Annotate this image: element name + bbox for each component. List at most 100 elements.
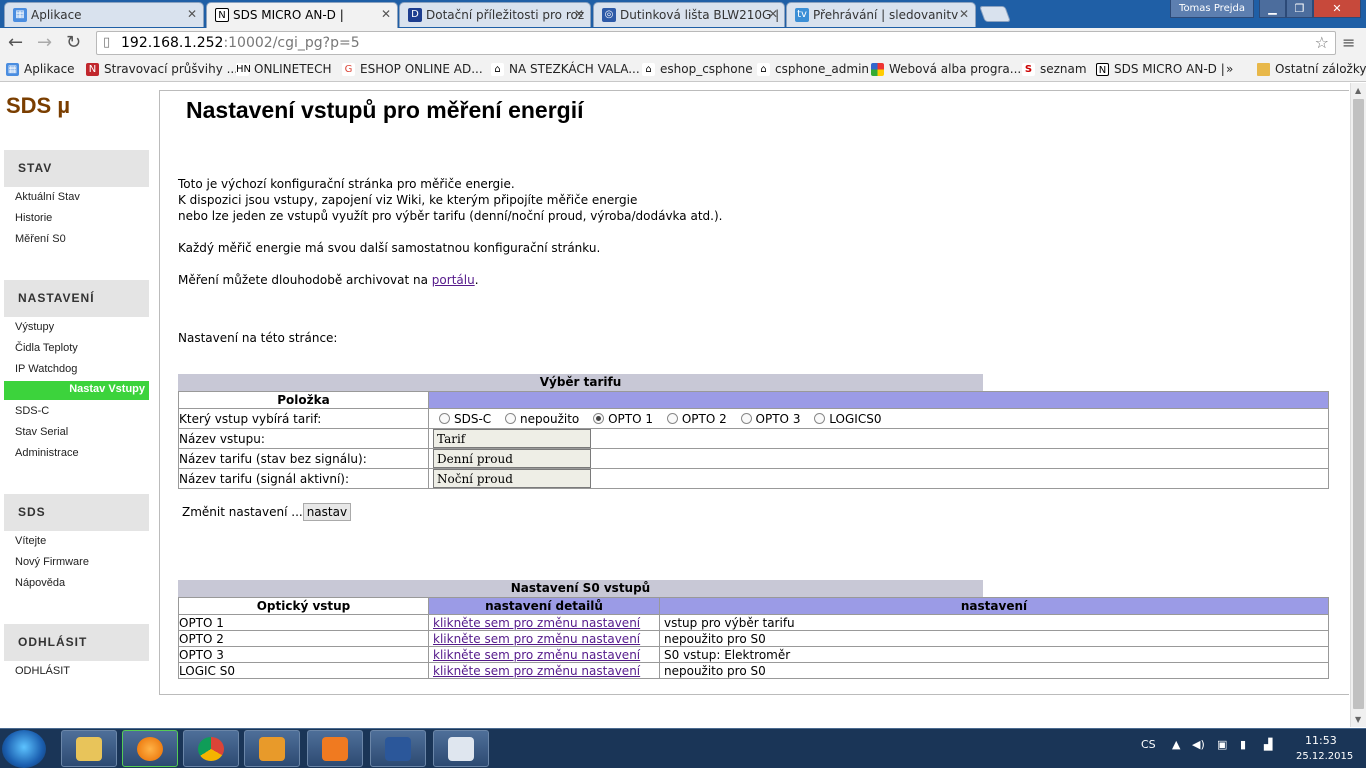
volume-icon[interactable]: ◀) xyxy=(1192,738,1205,751)
language-indicator[interactable]: CS xyxy=(1141,738,1156,751)
submit-row: Změnit nastavení ... nastav xyxy=(182,503,352,521)
media-app[interactable] xyxy=(244,730,300,767)
bookmark-stravovaci[interactable]: N Stravovací průšvihy ... xyxy=(86,62,238,76)
menu-icon[interactable]: ≡ xyxy=(1342,33,1355,53)
tariff-off-field[interactable] xyxy=(433,449,591,468)
main-panel: Nastavení vstupů pro měření energií Toto… xyxy=(159,90,1349,695)
scroll-up-icon[interactable]: ▲ xyxy=(1355,86,1361,95)
tab-dotacni[interactable]: D Dotační příležitosti pro roz ✕ xyxy=(399,2,591,27)
close-icon[interactable]: ✕ xyxy=(187,7,197,21)
nav-mereni-s0[interactable]: Měření S0 xyxy=(15,233,66,245)
close-window-button[interactable]: ✕ xyxy=(1313,0,1361,18)
tariff-on-field[interactable] xyxy=(433,469,591,488)
tab-sds-micro[interactable]: N SDS MICRO AN-D | ✕ xyxy=(206,2,398,28)
tariff-input-radios: SDS-C nepoužito OPTO 1 OPTO 2 OPTO 3 LOG… xyxy=(428,408,1329,429)
page-title: Nastavení vstupů pro měření energií xyxy=(186,97,584,123)
section-odhlasit: ODHLÁSIT xyxy=(4,624,149,661)
start-button[interactable] xyxy=(2,730,46,768)
radio-opto-2[interactable] xyxy=(666,412,678,424)
bookmark-sds-micro[interactable]: N SDS MICRO AN-D | xyxy=(1096,62,1225,76)
portal-link[interactable]: portálu xyxy=(432,273,475,287)
profile-button[interactable]: Tomas Prejda xyxy=(1170,0,1254,18)
nav-sds-c[interactable]: SDS-C xyxy=(15,405,49,417)
close-icon[interactable]: ✕ xyxy=(768,7,778,21)
apps-icon: ▦ xyxy=(6,63,19,76)
star-icon[interactable]: ☆ xyxy=(1315,32,1329,54)
bookmark-csphone-admin[interactable]: ⌂ csphone_admin xyxy=(757,62,869,76)
new-tab-button[interactable] xyxy=(979,6,1011,22)
scroll-down-icon[interactable]: ▼ xyxy=(1355,715,1361,724)
signal-icon[interactable]: ▟ xyxy=(1264,738,1272,751)
opto3-settings-link[interactable]: klikněte sem pro změnu nastavení xyxy=(429,648,640,662)
bookmark-seznam[interactable]: Sseznam xyxy=(1022,62,1087,76)
battery-icon[interactable]: ▮ xyxy=(1240,738,1246,751)
tab-apps[interactable]: ▦ Aplikace ✕ xyxy=(4,2,204,27)
nav-cidla-teploty[interactable]: Čidla Teploty xyxy=(15,342,78,354)
nav-stav-serial[interactable]: Stav Serial xyxy=(15,426,68,438)
nav-napoveda[interactable]: Nápověda xyxy=(15,577,65,589)
radio-logics0[interactable] xyxy=(814,412,826,424)
bookmark-apps[interactable]: ▦ Aplikace xyxy=(6,62,75,76)
nav-administrace[interactable]: Administrace xyxy=(15,447,79,459)
bookmarks-overflow[interactable]: » xyxy=(1226,62,1233,76)
page-icon: ▯ xyxy=(103,35,111,50)
s0-table: Optický vstup nastavení detailů nastaven… xyxy=(178,597,1329,679)
bookmark-webova-alba[interactable]: Webová alba progra... xyxy=(871,62,1021,76)
word-app[interactable] xyxy=(370,730,426,767)
table-row: OPTO 2 klikněte sem pro změnu nastavení … xyxy=(178,630,1329,647)
bookmark-onlinetech[interactable]: HN ONLINETECH xyxy=(236,62,332,76)
s0-caption: Nastavení S0 vstupů xyxy=(178,580,983,597)
radio-opto-3[interactable] xyxy=(740,412,752,424)
back-icon[interactable]: ← xyxy=(8,33,23,53)
maximize-button[interactable]: ❐ xyxy=(1286,0,1313,18)
chrome-app[interactable] xyxy=(183,730,239,767)
nav-vystupy[interactable]: Výstupy xyxy=(15,321,54,333)
bookmark-eshop-csphone[interactable]: ⌂ eshop_csphone xyxy=(642,62,753,76)
tab-dutinkova[interactable]: ◎ Dutinková lišta BLW210G | ✕ xyxy=(593,2,785,27)
logics0-settings-link[interactable]: klikněte sem pro změnu nastavení xyxy=(429,664,640,678)
nav-vitejte[interactable]: Vítejte xyxy=(15,535,46,547)
header-optical-input: Optický vstup xyxy=(178,597,429,615)
scrollbar-thumb[interactable] xyxy=(1353,99,1364,709)
bookmark-eshop-online[interactable]: G ESHOP ONLINE AD... xyxy=(342,62,483,76)
address-bar[interactable]: ▯ 192.168.1.252:10002/cgi_pg?p=5 ☆ xyxy=(96,31,1336,55)
envelope-icon xyxy=(322,737,348,761)
tray-arrow-icon[interactable]: ▲ xyxy=(1172,738,1180,751)
reload-icon[interactable]: ↻ xyxy=(66,33,81,53)
tariff-on-label: Název tarifu (signál aktivní): xyxy=(178,468,429,489)
media-player-icon xyxy=(259,737,285,761)
document-app[interactable] xyxy=(433,730,489,767)
orange-sun-icon xyxy=(137,737,163,761)
bookmark-na-stezkach[interactable]: ⌂ NA STEZKÁCH VALA... xyxy=(491,62,640,76)
radio-sds-c[interactable] xyxy=(439,412,450,424)
nav-historie[interactable]: Historie xyxy=(15,212,52,224)
input-name-field[interactable] xyxy=(433,429,591,448)
nav-aktualni-stav[interactable]: Aktuální Stav xyxy=(15,191,80,203)
clock-date[interactable]: 25.12.2015 xyxy=(1296,751,1353,762)
close-icon[interactable]: ✕ xyxy=(381,7,391,21)
radio-opto-1[interactable] xyxy=(593,412,605,424)
document-icon xyxy=(448,737,474,761)
mail-app[interactable] xyxy=(307,730,363,767)
nav-odhlasit[interactable]: ODHLÁSIT xyxy=(15,665,70,677)
explorer-app[interactable] xyxy=(61,730,117,767)
radio-nepouzito[interactable] xyxy=(505,412,517,424)
close-icon[interactable]: ✕ xyxy=(959,7,969,21)
apps-icon: ▦ xyxy=(13,8,27,22)
forward-icon[interactable]: → xyxy=(37,33,52,53)
close-icon[interactable]: ✕ xyxy=(574,7,584,21)
other-bookmarks[interactable]: Ostatní záložky xyxy=(1257,62,1366,76)
nav-novy-firmware[interactable]: Nový Firmware xyxy=(15,556,89,568)
tab-prehravani[interactable]: tv Přehrávání | sledovanitv ✕ xyxy=(786,2,976,27)
clock-time[interactable]: 11:53 xyxy=(1305,734,1337,747)
minimize-button[interactable]: ▁ xyxy=(1259,0,1286,18)
network-icon[interactable]: ▣ xyxy=(1217,738,1227,751)
opto2-settings-link[interactable]: klikněte sem pro změnu nastavení xyxy=(429,632,640,646)
nav-nastav-vstupy[interactable]: Nastav Vstupy xyxy=(4,381,149,400)
nav-ip-watchdog[interactable]: IP Watchdog xyxy=(15,363,77,375)
email-app[interactable] xyxy=(122,730,178,767)
submit-button[interactable]: nastav xyxy=(302,503,352,521)
vertical-scrollbar[interactable]: ▲ ▼ xyxy=(1350,83,1366,727)
seznam-icon: S xyxy=(1022,63,1035,76)
opto1-settings-link[interactable]: klikněte sem pro změnu nastavení xyxy=(429,616,640,630)
